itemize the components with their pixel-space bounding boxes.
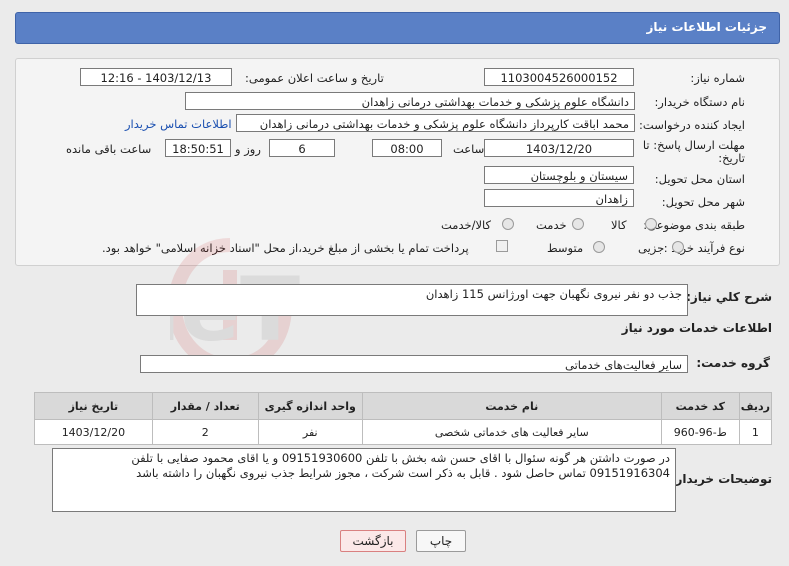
process-medium-radio[interactable] xyxy=(593,241,605,253)
cell-row: 1 xyxy=(738,419,773,445)
category-service-radio[interactable] xyxy=(572,218,584,230)
need-number-label: شماره نیاز: xyxy=(690,71,745,85)
deadline-time-label: ساعت xyxy=(453,142,485,156)
deadline-label: مهلت ارسال پاسخ: تا xyxy=(642,138,745,152)
province-field: سیستان و بلوچستان xyxy=(484,166,634,184)
payment-note: پرداخت تمام یا بخشی از مبلغ خرید،از محل … xyxy=(102,241,469,255)
col-unit-header: واحد اندازه گیری xyxy=(257,392,363,420)
col-date-header: تاریخ نیاز xyxy=(34,392,153,420)
col-name-header: نام خدمت xyxy=(361,392,662,420)
announce-datetime-field: 1403/12/13 - 12:16 xyxy=(80,68,232,86)
cell-unit: نفر xyxy=(257,419,363,445)
print-button[interactable]: چاپ xyxy=(416,530,466,552)
col-code-header: کد خدمت xyxy=(660,392,740,420)
buyer-org-label: نام دستگاه خریدار: xyxy=(654,95,745,109)
category-goods-label: کالا xyxy=(611,218,627,232)
process-medium-label: متوسط xyxy=(547,241,584,255)
contact-info-link[interactable]: اطلاعات تماس خریدار xyxy=(125,117,232,131)
deadline-date-field: 1403/12/20 xyxy=(484,139,634,157)
back-button[interactable]: بازگشت xyxy=(340,530,406,552)
need-summary-field: جذب دو نفر نیروی نگهبان جهت اورژانس 115 … xyxy=(136,284,688,316)
cell-name: سایر فعالیت های خدماتی شخصی xyxy=(361,419,662,445)
category-goods-service-radio[interactable] xyxy=(502,218,514,230)
table-row: 1 ط-96-960 سایر فعالیت های خدماتی شخصی ن… xyxy=(34,419,773,445)
col-row-header: ردیف xyxy=(738,392,773,420)
col-qty-header: تعداد / مقدار xyxy=(151,392,259,420)
need-summary-label: شرح کلي نياز: xyxy=(686,290,772,304)
cell-qty: 2 xyxy=(151,419,259,445)
service-group-field: سایر فعالیت‌های خدماتی xyxy=(140,355,688,373)
category-service-label: خدمت xyxy=(536,218,567,232)
need-number-field: 1103004526000152 xyxy=(484,68,634,86)
page-header: جزئیات اطلاعات نیاز xyxy=(15,12,780,44)
cell-code: ط-96-960 xyxy=(660,419,740,445)
category-goods-service-label: کالا/خدمت xyxy=(441,218,492,232)
province-label: استان محل تحویل: xyxy=(654,172,745,186)
deadline-time-field: 08:00 xyxy=(372,139,442,157)
services-heading: اطلاعات خدمات مورد نیاز xyxy=(621,321,772,335)
city-label: شهر محل تحویل: xyxy=(661,195,745,209)
city-field: زاهدان xyxy=(484,189,634,207)
category-label: طبقه بندی موضوعی: xyxy=(643,218,745,232)
service-group-label: گروه خدمت: xyxy=(696,356,770,370)
buyer-notes-label: توضیحات خریدار: xyxy=(670,472,772,486)
requester-field: محمد اباقت کارپرداز دانشگاه علوم پزشکی و… xyxy=(236,114,635,132)
cell-date: 1403/12/20 xyxy=(34,419,153,445)
process-minor-label: جزیی xyxy=(638,241,665,255)
requester-label: ایجاد کننده درخواست: xyxy=(639,118,745,132)
day-and-label: روز و xyxy=(235,142,261,156)
services-table: ردیف کد خدمت نام خدمت واحد اندازه گیری ت… xyxy=(34,392,773,445)
page-title: جزئیات اطلاعات نیاز xyxy=(646,20,767,34)
process-minor-radio[interactable] xyxy=(672,241,684,253)
announce-datetime-label: تاریخ و ساعت اعلان عمومی: xyxy=(245,71,384,85)
info-panel xyxy=(15,58,780,266)
days-field: 6 xyxy=(269,139,335,157)
remaining-label: ساعت باقی مانده xyxy=(66,142,152,156)
category-goods-radio[interactable] xyxy=(645,218,657,230)
deadline-label-cont: تاریخ: xyxy=(718,151,745,165)
remaining-time-field: 18:50:51 xyxy=(165,139,231,157)
treasury-payment-checkbox[interactable] xyxy=(496,240,508,252)
buyer-notes-field: در صورت داشتن هر گونه سئوال با اقای حسن … xyxy=(52,448,676,512)
table-header-row: ردیف کد خدمت نام خدمت واحد اندازه گیری ت… xyxy=(34,392,773,420)
buyer-org-field: دانشگاه علوم پزشکی و خدمات بهداشتی درمان… xyxy=(185,92,635,110)
